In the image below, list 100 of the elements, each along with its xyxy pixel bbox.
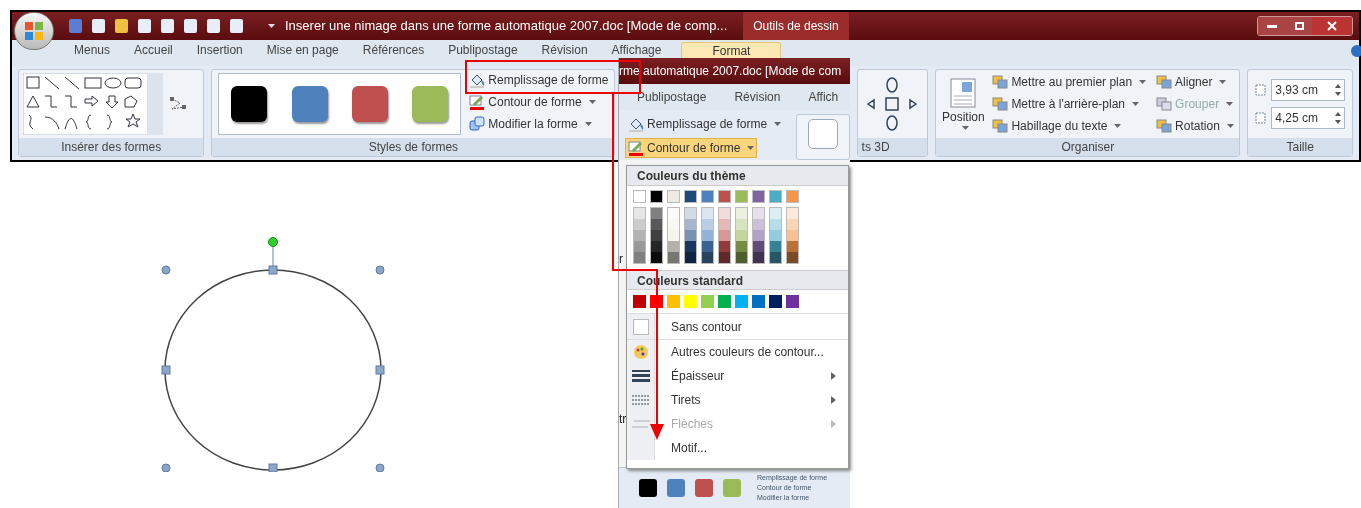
color-swatch[interactable]	[634, 208, 645, 219]
color-swatch[interactable]	[787, 208, 798, 219]
color-swatch[interactable]	[753, 252, 764, 263]
ribbon-tab[interactable]: Révision	[734, 88, 781, 106]
color-swatch[interactable]	[787, 252, 798, 263]
color-swatch[interactable]	[770, 219, 781, 230]
color-swatch[interactable]	[701, 295, 714, 308]
ribbon-tab[interactable]: Accueil	[122, 42, 185, 58]
color-swatch[interactable]	[685, 252, 696, 263]
ribbon-tab[interactable]: Publipostage	[637, 88, 707, 106]
color-swatch[interactable]	[667, 295, 680, 308]
ribbon-tab[interactable]: Révision	[529, 42, 600, 58]
menu-item[interactable]: Motif...	[627, 436, 848, 460]
color-swatch[interactable]	[668, 219, 679, 230]
color-swatch[interactable]	[718, 295, 731, 308]
color-swatch[interactable]	[685, 230, 696, 241]
ribbon-command[interactable]: Habillage du texte	[992, 117, 1147, 135]
color-swatch[interactable]	[752, 190, 765, 203]
color-swatch[interactable]	[770, 252, 781, 263]
color-swatch[interactable]	[735, 295, 748, 308]
color-swatch[interactable]	[770, 241, 781, 252]
ribbon-tab[interactable]: Affichage	[599, 42, 674, 58]
color-swatch[interactable]	[770, 230, 781, 241]
ribbon-command[interactable]: Contour de forme	[625, 138, 758, 158]
color-swatch[interactable]	[702, 230, 713, 241]
color-swatch[interactable]	[769, 190, 782, 203]
style-swatch[interactable]	[412, 86, 449, 122]
color-swatch[interactable]	[719, 219, 730, 230]
color-swatch[interactable]	[634, 230, 645, 241]
menu-item[interactable]: Autres couleurs de contour...	[627, 340, 848, 364]
ribbon-tab[interactable]: Mise en page	[254, 42, 351, 58]
spinner-icon[interactable]	[1335, 84, 1342, 96]
spinner-icon[interactable]	[1335, 112, 1342, 124]
close-button[interactable]	[1312, 17, 1352, 35]
ribbon-command[interactable]: Remplissage de forme	[469, 71, 609, 89]
ribbon-command[interactable]: Rotation	[1156, 117, 1234, 135]
minimize-button[interactable]	[1258, 17, 1286, 35]
color-swatch[interactable]	[786, 190, 799, 203]
color-swatch[interactable]	[702, 208, 713, 219]
ribbon-tab[interactable]: Références	[350, 42, 437, 58]
color-swatch[interactable]	[753, 241, 764, 252]
style-swatch[interactable]	[291, 86, 328, 122]
ribbon-tab[interactable]: Menus	[62, 42, 123, 58]
color-swatch[interactable]	[650, 190, 663, 203]
color-swatch[interactable]	[633, 190, 646, 203]
caret-icon[interactable]	[268, 24, 275, 28]
restore-button[interactable]	[1286, 17, 1312, 35]
style-swatch[interactable]	[667, 479, 685, 497]
color-swatch[interactable]	[736, 219, 747, 230]
color-swatch[interactable]	[668, 208, 679, 219]
style-swatch[interactable]	[639, 479, 657, 497]
ribbon-command[interactable]: Contour de forme	[469, 93, 609, 111]
color-swatch[interactable]	[787, 241, 798, 252]
color-swatch[interactable]	[769, 295, 782, 308]
color-swatch[interactable]	[685, 208, 696, 219]
ribbon-tab[interactable]: Publipostage	[436, 42, 530, 58]
color-swatch[interactable]	[633, 295, 646, 308]
color-swatch[interactable]	[753, 208, 764, 219]
color-swatch[interactable]	[787, 219, 798, 230]
color-swatch[interactable]	[651, 241, 662, 252]
color-swatch[interactable]	[702, 219, 713, 230]
color-swatch[interactable]	[786, 295, 799, 308]
color-swatch[interactable]	[719, 230, 730, 241]
ribbon-command[interactable]: Aligner	[1156, 73, 1234, 91]
color-swatch[interactable]	[651, 230, 662, 241]
color-swatch[interactable]	[702, 252, 713, 263]
ribbon-command[interactable]: Mettre au premier plan	[992, 73, 1147, 91]
color-swatch[interactable]	[668, 252, 679, 263]
effects-button[interactable]	[796, 114, 850, 160]
ribbon-command[interactable]: Mettre à l'arrière-plan	[992, 95, 1147, 113]
color-swatch[interactable]	[651, 219, 662, 230]
color-swatch[interactable]	[634, 241, 645, 252]
color-swatch[interactable]	[753, 230, 764, 241]
style-swatch[interactable]	[231, 86, 268, 122]
color-swatch[interactable]	[668, 230, 679, 241]
color-swatch[interactable]	[719, 241, 730, 252]
style-swatch[interactable]	[695, 479, 713, 497]
color-swatch[interactable]	[668, 241, 679, 252]
size-field[interactable]: 3,93 cm	[1271, 79, 1346, 101]
size-field[interactable]: 4,25 cm	[1271, 107, 1346, 129]
ribbon-command[interactable]: Modifier la forme	[469, 115, 609, 133]
color-swatch[interactable]	[719, 208, 730, 219]
position-button[interactable]: Position	[940, 78, 987, 130]
color-swatch[interactable]	[685, 219, 696, 230]
color-swatch[interactable]	[736, 230, 747, 241]
ribbon-tab[interactable]: Format	[681, 42, 782, 58]
color-swatch[interactable]	[634, 252, 645, 263]
color-swatch[interactable]	[667, 190, 680, 203]
color-swatch[interactable]	[735, 190, 748, 203]
color-swatch[interactable]	[701, 190, 714, 203]
color-swatch[interactable]	[718, 190, 731, 203]
color-swatch[interactable]	[736, 241, 747, 252]
color-swatch[interactable]	[770, 208, 781, 219]
ribbon-tab[interactable]: Insertion	[184, 42, 255, 58]
help-icon[interactable]	[1350, 44, 1361, 58]
menu-item[interactable]: Épaisseur	[627, 364, 848, 388]
color-swatch[interactable]	[719, 252, 730, 263]
color-swatch[interactable]	[685, 241, 696, 252]
style-swatch[interactable]	[723, 479, 741, 497]
menu-item[interactable]: Sans contour	[627, 314, 848, 340]
